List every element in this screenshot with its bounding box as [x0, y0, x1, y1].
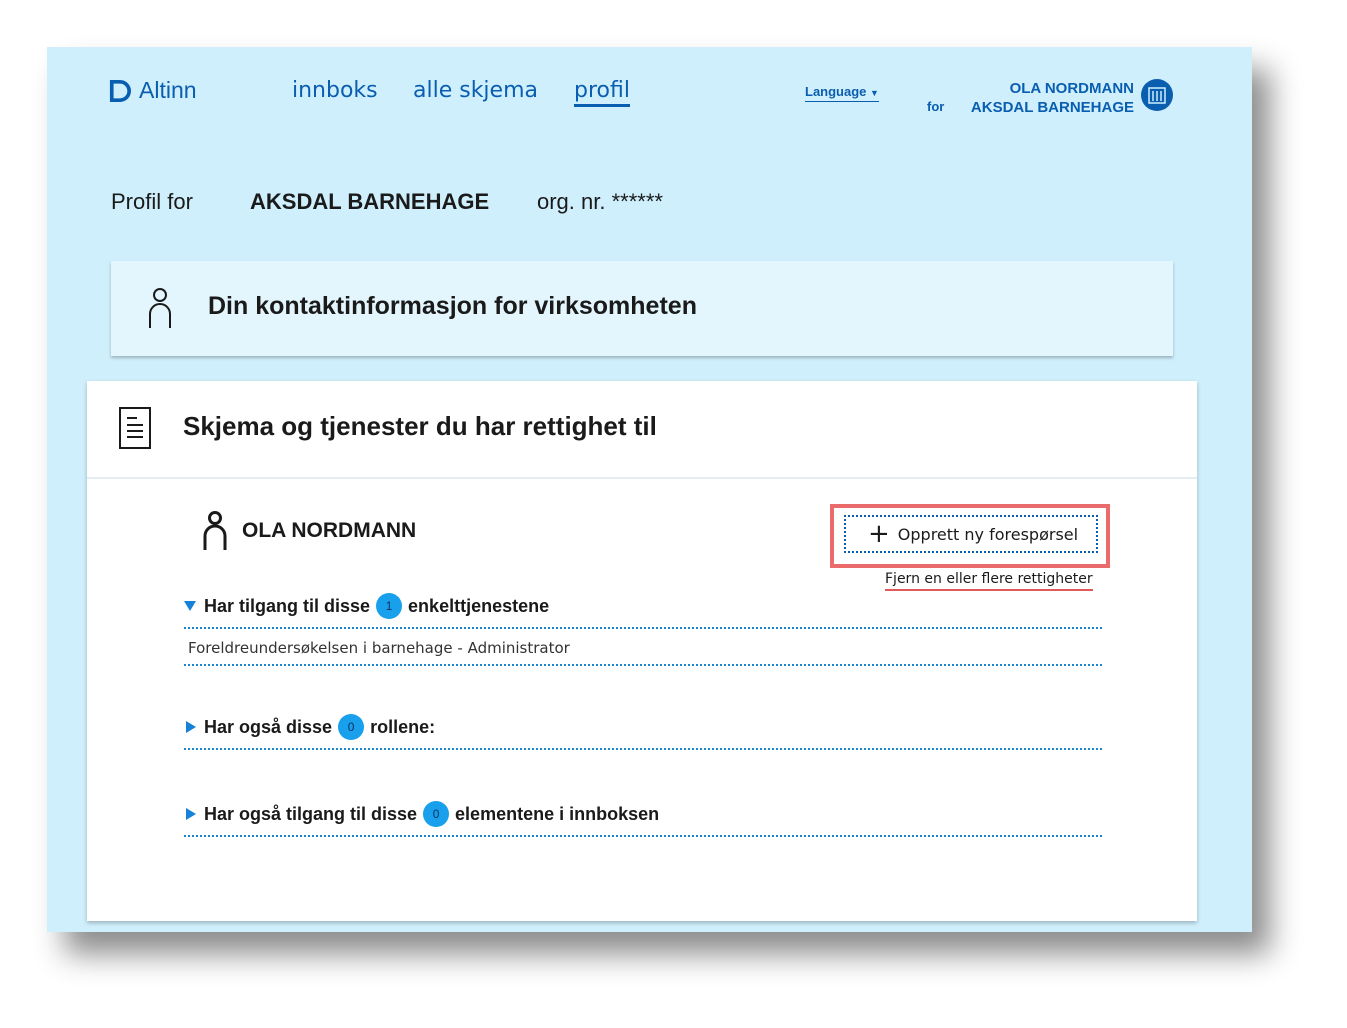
person-icon	[149, 288, 171, 328]
profile-prefix: Profil for	[111, 189, 193, 214]
profile-org-name: AKSDAL BARNEHAGE	[250, 189, 490, 214]
divider	[184, 627, 1102, 629]
count-badge: 0	[423, 801, 450, 827]
contact-info-panel[interactable]: Din kontaktinformasjon for virksomheten	[111, 261, 1173, 356]
section-prefix: Har også disse	[204, 716, 333, 737]
nav-profil[interactable]: profil	[574, 78, 630, 107]
organization-avatar[interactable]	[1141, 79, 1173, 111]
new-request-button[interactable]: + Opprett ny forespørsel	[844, 515, 1098, 553]
divider	[184, 835, 1102, 837]
profile-org-number: org. nr. ******	[537, 189, 663, 214]
services-title: Skjema og tjenester du har rettighet til	[183, 411, 657, 441]
divider	[184, 748, 1102, 750]
for-label: for	[927, 99, 945, 114]
section-toggle-inbox-elements[interactable]: Har også tilgang til disse 0 elementene …	[184, 801, 659, 827]
nav-innboks[interactable]: innboks	[292, 78, 378, 103]
plus-icon: +	[868, 519, 890, 549]
altinn-logo-icon	[109, 79, 131, 102]
section-suffix: enkelttjenestene	[408, 595, 550, 616]
section-toggle-roles[interactable]: Har også disse 0 rollene:	[184, 714, 435, 740]
remove-rights-link[interactable]: Fjern en eller flere rettigheter	[885, 571, 1093, 591]
section-suffix: elementene i innboksen	[455, 803, 660, 824]
altinn-logo[interactable]: Altinn	[109, 77, 197, 104]
section-prefix: Har også tilgang til disse	[204, 803, 418, 824]
service-item[interactable]: Foreldreundersøkelsen i barnehage - Admi…	[188, 639, 570, 657]
highlight-frame: + Opprett ny forespørsel	[830, 504, 1110, 568]
count-badge: 1	[376, 593, 403, 619]
logo-text: Altinn	[139, 77, 197, 103]
divider	[184, 664, 1102, 666]
collapsed-arrow-icon	[186, 808, 196, 820]
count-badge: 0	[338, 714, 365, 740]
person-icon	[203, 511, 227, 550]
person-name: OLA NORDMANN	[242, 519, 417, 542]
language-label: Language	[805, 84, 867, 99]
nav-alle-skjema[interactable]: alle skjema	[413, 78, 538, 103]
user-menu[interactable]: OLA NORDMANN AKSDAL BARNEHAGE	[971, 79, 1134, 117]
expanded-arrow-icon	[184, 601, 196, 611]
collapsed-arrow-icon	[186, 721, 196, 733]
acting-org-name: AKSDAL BARNEHAGE	[970, 99, 1134, 116]
services-header[interactable]: Skjema og tjenester du har rettighet til	[87, 381, 1197, 479]
contact-info-title: Din kontaktinformasjon for virksomheten	[208, 292, 697, 320]
new-request-label: Opprett ny forespørsel	[897, 524, 1079, 544]
section-toggle-single-services[interactable]: Har tilgang til disse 1 enkelttjenestene	[184, 593, 549, 619]
language-selector[interactable]: Language ▼	[805, 84, 879, 102]
section-suffix: rollene:	[370, 716, 436, 737]
document-icon	[119, 407, 151, 449]
altinn-profile-screen: Altinn innboks alle skjema profil Langua…	[47, 47, 1252, 932]
user-name: OLA NORDMANN	[1009, 80, 1134, 97]
caret-down-icon: ▼	[870, 88, 879, 98]
services-panel: Skjema og tjenester du har rettighet til…	[87, 381, 1197, 921]
section-prefix: Har tilgang til disse	[204, 595, 371, 616]
building-icon	[1148, 87, 1166, 104]
